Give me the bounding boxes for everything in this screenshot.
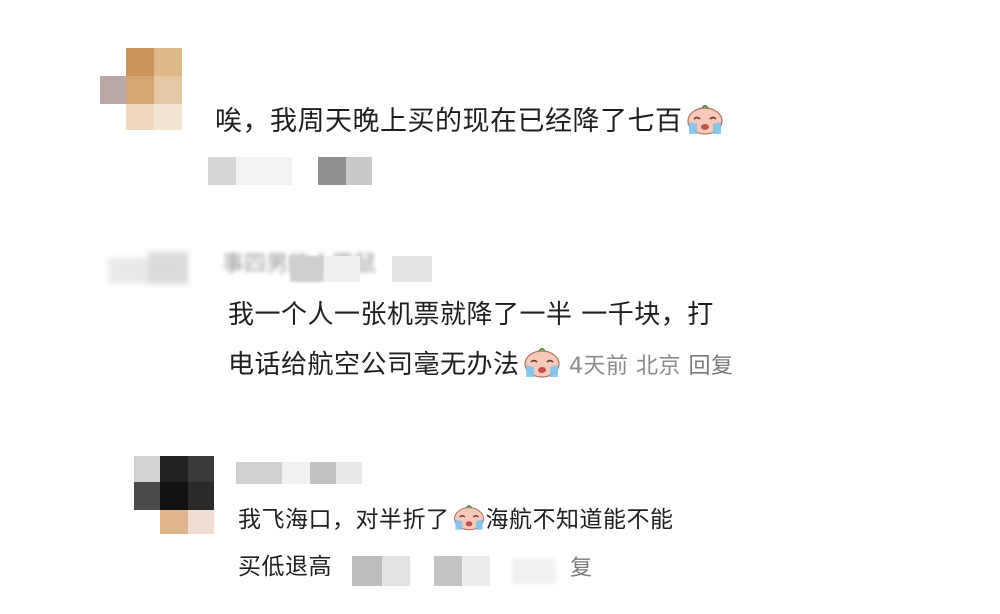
blurred-username bbox=[336, 462, 362, 484]
avatar[interactable] bbox=[134, 456, 218, 536]
blurred-username bbox=[282, 462, 310, 484]
comment-text-line1a: 我飞海口，对半折了 bbox=[238, 507, 450, 533]
comment-text-line2: 买低退高 bbox=[238, 554, 332, 580]
comment-text-content: 唉，我周天晚上买的现在已经降了七百 bbox=[215, 106, 683, 137]
comment-text: 电话给航空公司毫无办法 4天前 北京 回复 bbox=[228, 345, 734, 386]
blurred-username bbox=[324, 256, 360, 282]
blurred-username bbox=[236, 462, 282, 484]
avatar[interactable] bbox=[100, 48, 184, 132]
comment-text: 唉，我周天晚上买的现在已经降了七百 bbox=[215, 102, 725, 141]
blurred-meta bbox=[236, 157, 292, 185]
blurred-meta bbox=[318, 157, 346, 185]
comment-time: 4天前 bbox=[569, 354, 629, 379]
blurred-meta bbox=[352, 556, 382, 586]
blurred-meta bbox=[512, 558, 556, 584]
comment-thread-screenshot: 唉，我周天晚上买的现在已经降了七百 事四男的人撒鼠 我一个人一张机票就降了一半 … bbox=[0, 0, 1000, 614]
blurred-username bbox=[310, 462, 336, 484]
reply-button[interactable]: 回复 bbox=[689, 354, 734, 379]
comment-text-line1: 我一个人一张机票就降了一半 一千块，打 bbox=[228, 300, 714, 330]
blurred-meta bbox=[462, 556, 490, 586]
comment-location: 北京 bbox=[636, 354, 682, 379]
blurred-username bbox=[392, 256, 432, 282]
blurred-meta bbox=[382, 556, 410, 586]
crying-face-icon bbox=[685, 102, 725, 136]
crying-face-icon bbox=[452, 502, 486, 532]
avatar[interactable] bbox=[108, 248, 192, 288]
blurred-meta bbox=[346, 157, 372, 185]
comment-text: 我飞海口，对半折了 海航不知道能不能 bbox=[238, 502, 674, 537]
comment-text: 我一个人一张机票就降了一半 一千块，打 bbox=[228, 296, 714, 334]
blurred-meta bbox=[434, 556, 462, 586]
comment-text-line1b: 海航不知道能不能 bbox=[485, 507, 674, 533]
crying-face-icon bbox=[522, 345, 562, 379]
blurred-meta bbox=[208, 157, 236, 185]
blurred-username bbox=[290, 256, 324, 282]
comment-text: 买低退高 bbox=[238, 550, 332, 584]
comment-text-line2: 电话给航空公司毫无办法 bbox=[228, 350, 520, 380]
reply-button[interactable]: 复 bbox=[570, 552, 593, 586]
